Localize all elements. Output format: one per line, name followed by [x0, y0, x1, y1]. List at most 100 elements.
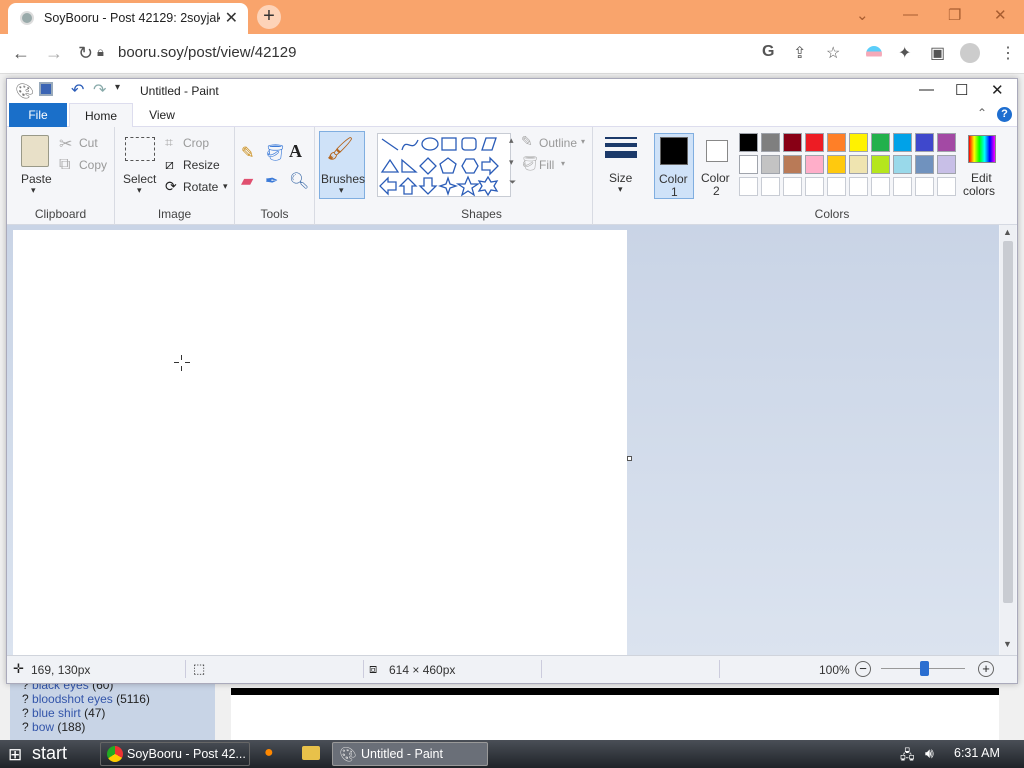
shapes-expand-icon[interactable]: ⏷ — [509, 177, 516, 188]
close-tab-icon[interactable]: ✕ — [225, 8, 238, 28]
palette-swatch[interactable] — [915, 155, 934, 174]
vertical-scrollbar[interactable]: ▲ ▼ — [1000, 225, 1016, 655]
palette-swatch[interactable] — [827, 133, 846, 152]
select-icon[interactable] — [125, 137, 155, 161]
address-bar[interactable]: booru.soy/post/view/42129 — [118, 44, 296, 61]
zoom-out-button[interactable]: − — [855, 661, 871, 677]
palette-custom-swatch[interactable] — [739, 177, 758, 196]
share-icon[interactable]: ⇪ — [793, 43, 806, 63]
palette-swatch[interactable] — [805, 133, 824, 152]
pencil-icon[interactable]: ✎ — [241, 143, 254, 163]
extension-flag-icon[interactable] — [866, 46, 882, 62]
undo-icon[interactable]: ↶ — [71, 80, 84, 100]
palette-swatch[interactable] — [761, 133, 780, 152]
collapse-ribbon-icon[interactable]: ⌃ — [977, 106, 987, 120]
palette-custom-swatch[interactable] — [893, 177, 912, 196]
shapes-gallery[interactable] — [377, 133, 511, 197]
tag-item[interactable]: ? bow (188) — [22, 720, 85, 734]
minimize-browser-button[interactable]: — — [903, 6, 918, 23]
paste-dropdown-icon[interactable]: ▾ — [31, 185, 36, 196]
edit-colors-button[interactable]: Edit colors — [963, 133, 999, 199]
reload-icon[interactable]: ↻ — [78, 43, 93, 64]
palette-swatch[interactable] — [849, 133, 868, 152]
color1-button[interactable]: Color 1 — [654, 133, 694, 199]
palette-swatch[interactable] — [761, 155, 780, 174]
palette-custom-swatch[interactable] — [937, 177, 956, 196]
tag-link[interactable]: blue shirt — [32, 706, 81, 720]
palette-swatch[interactable] — [937, 155, 956, 174]
palette-swatch[interactable] — [915, 133, 934, 152]
palette-custom-swatch[interactable] — [871, 177, 890, 196]
zoom-in-button[interactable]: + — [978, 661, 994, 677]
paint-minimize-button[interactable]: — — [919, 81, 934, 98]
paint-close-button[interactable]: ✕ — [991, 81, 1004, 99]
tab-view[interactable]: View — [137, 103, 187, 127]
palette-custom-swatch[interactable] — [827, 177, 846, 196]
palette-custom-swatch[interactable] — [849, 177, 868, 196]
eraser-icon[interactable]: ▰ — [241, 171, 253, 191]
extensions-puzzle-icon[interactable]: ✦ — [898, 43, 911, 63]
lock-icon[interactable]: 🔒︎ — [97, 44, 104, 60]
color-picker-icon[interactable]: ✒ — [265, 171, 278, 191]
zoom-slider-thumb[interactable] — [920, 661, 929, 676]
save-icon[interactable] — [39, 82, 53, 96]
task-paint[interactable]: 🎨︎ Untitled - Paint — [332, 742, 488, 766]
size-button[interactable]: Size ▾ — [597, 127, 645, 199]
palette-swatch[interactable] — [827, 155, 846, 174]
network-icon[interactable]: 🖧︎ — [900, 746, 915, 768]
fill-bucket-icon[interactable]: 🪣︎ — [265, 143, 285, 163]
palette-swatch[interactable] — [783, 155, 802, 174]
rotate-button[interactable]: Rotate — [183, 180, 218, 194]
fill-dropdown-icon[interactable]: ▾ — [561, 159, 565, 168]
select-button[interactable]: Select — [123, 172, 156, 186]
crop-button[interactable]: Crop — [183, 136, 209, 150]
profile-avatar[interactable] — [960, 43, 980, 63]
palette-swatch[interactable] — [893, 155, 912, 174]
palette-custom-swatch[interactable] — [783, 177, 802, 196]
outline-dropdown-icon[interactable]: ▾ — [581, 137, 585, 146]
brushes-button[interactable]: 🖌︎ Brushes ▾ — [319, 131, 365, 199]
palette-swatch[interactable] — [739, 133, 758, 152]
shapes-scroll-down-icon[interactable]: ▾ — [509, 157, 514, 168]
start-button[interactable]: ⊞ start — [0, 740, 96, 768]
paste-button[interactable]: Paste — [21, 172, 52, 186]
color2-button[interactable]: Color 2 — [697, 133, 737, 199]
bookmark-star-icon[interactable]: ☆ — [826, 43, 840, 63]
clock[interactable]: 6:31 AM — [954, 746, 1000, 760]
resize-button[interactable]: Resize — [183, 158, 220, 172]
palette-swatch[interactable] — [871, 133, 890, 152]
select-dropdown-icon[interactable]: ▾ — [137, 185, 142, 196]
palette-swatch[interactable] — [893, 133, 912, 152]
palette-custom-swatch[interactable] — [805, 177, 824, 196]
tab-file[interactable]: File — [9, 103, 67, 127]
tag-item[interactable]: ? blue shirt (47) — [22, 706, 105, 720]
task-soybooru[interactable]: SoyBooru - Post 42... — [100, 742, 250, 766]
side-panel-icon[interactable]: ▣ — [930, 43, 945, 63]
tab-home[interactable]: Home — [69, 103, 133, 128]
google-icon[interactable]: G — [762, 43, 774, 61]
quick-access-dropdown-icon[interactable]: ▾ — [115, 82, 120, 93]
scroll-up-icon[interactable]: ▲ — [1003, 227, 1012, 237]
scroll-down-icon[interactable]: ▼ — [1003, 639, 1012, 649]
palette-swatch[interactable] — [805, 155, 824, 174]
volume-icon[interactable]: 🔊︎ — [925, 745, 934, 762]
palette-swatch[interactable] — [871, 155, 890, 174]
palette-custom-swatch[interactable] — [915, 177, 934, 196]
forward-icon[interactable]: → — [45, 43, 63, 64]
paint-maximize-button[interactable]: ☐ — [955, 81, 968, 99]
tag-link[interactable]: bow — [32, 720, 54, 734]
tab-search-chevron-icon[interactable]: ⌄ — [856, 6, 869, 24]
palette-swatch[interactable] — [937, 133, 956, 152]
magnifier-icon[interactable]: 🔍︎ — [289, 171, 309, 191]
new-tab-button[interactable]: + — [257, 5, 281, 29]
copy-button[interactable]: Copy — [79, 158, 107, 172]
menu-kebab-icon[interactable]: ⋮ — [1000, 43, 1016, 63]
resize-handle-right[interactable] — [627, 456, 632, 461]
text-icon[interactable]: A — [289, 141, 302, 162]
palette-swatch[interactable] — [849, 155, 868, 174]
palette-custom-swatch[interactable] — [761, 177, 780, 196]
restore-browser-button[interactable]: ❐ — [948, 6, 961, 24]
fill-button[interactable]: Fill — [539, 158, 554, 172]
paste-icon[interactable] — [21, 135, 49, 167]
browser-tab[interactable]: SoyBooru - Post 42129: 2soyjak ✕ — [8, 3, 248, 34]
